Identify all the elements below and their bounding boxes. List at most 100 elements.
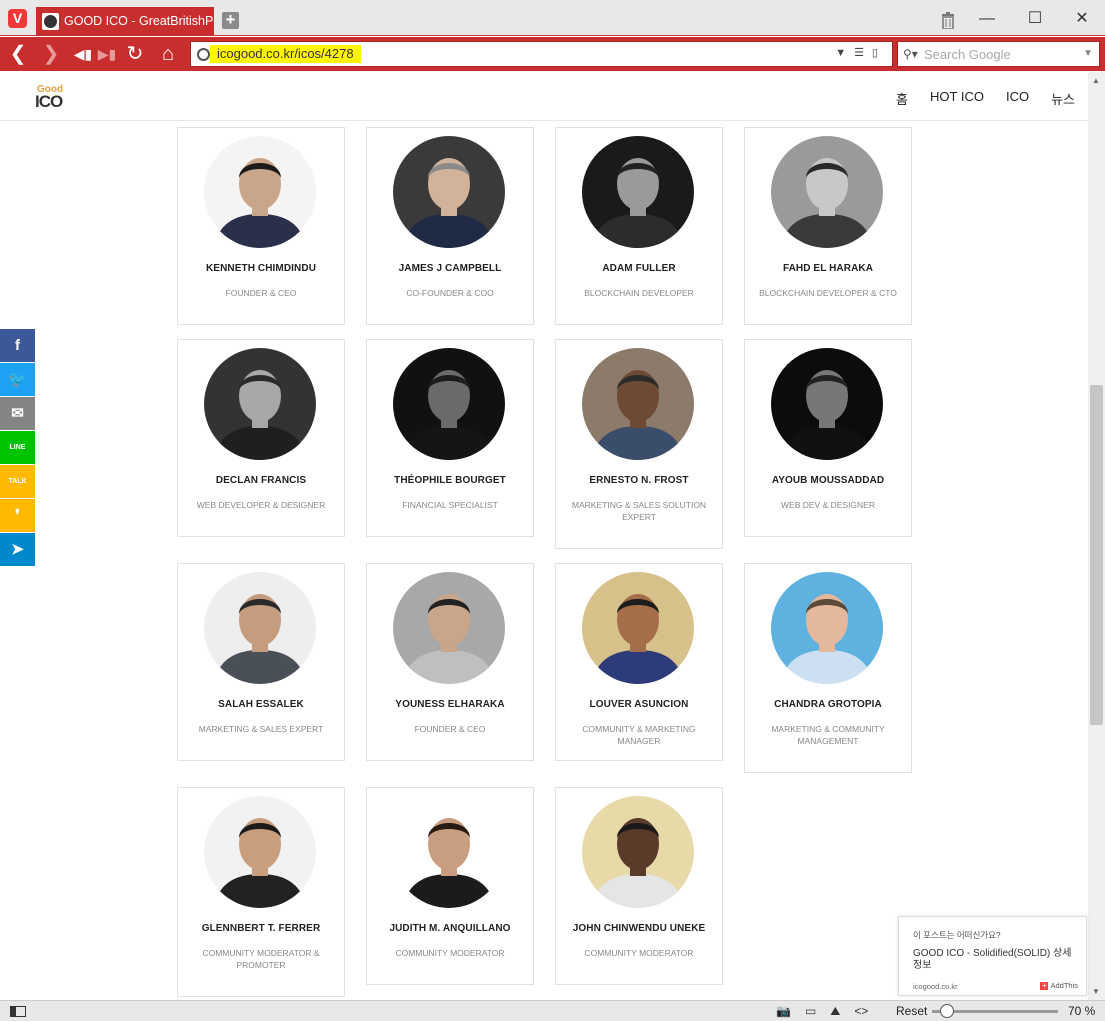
team-member-card: LOUVER ASUNCION COMMUNITY & MARKETING MAN…: [555, 563, 723, 761]
reload-icon[interactable]: ↻: [123, 42, 147, 66]
team-member-card: GLENNBERT T. FERRER COMMUNITY MODERATOR &…: [177, 787, 345, 997]
tab-title: GOOD ICO - GreatBritishPou: [64, 14, 214, 28]
addthis-recommendation[interactable]: 이 포스트는 어떠신가요? GOOD ICO - Solidified(SOLI…: [898, 916, 1087, 996]
page-actions-icon[interactable]: <>: [854, 1004, 868, 1019]
line-icon[interactable]: LINE: [0, 431, 35, 464]
scroll-up-icon[interactable]: ▲: [1092, 76, 1100, 85]
team-member-card: JOHN CHINWENDU UNEKE COMMUNITY MODERATOR: [555, 787, 723, 985]
team-member-card: ADAM FULLER BLOCKCHAIN DEVELOPER: [555, 127, 723, 325]
addthis-brand[interactable]: + AddThis: [1040, 981, 1078, 990]
rewind-icon[interactable]: ◀▮: [71, 42, 95, 66]
title-bar: V GOOD ICO - GreatBritishPou + — ☐ ✕: [0, 0, 1105, 36]
url-field[interactable]: icogood.co.kr/icos/4278 ▼☰▯: [190, 41, 893, 67]
team-member-card: THÉOPHILE BOURGET FINANCIAL SPECIALIST: [366, 339, 534, 537]
twitter-icon[interactable]: 🐦: [0, 363, 35, 396]
vivaldi-menu-icon[interactable]: V: [8, 9, 27, 28]
zoom-reset-button[interactable]: Reset: [896, 1004, 927, 1018]
kakaotalk-icon[interactable]: TALK: [0, 465, 35, 498]
site-header: Good ICO 홈 HOT ICO ICO 뉴스: [0, 72, 1088, 121]
home-icon[interactable]: ⌂: [156, 42, 180, 66]
close-window-button[interactable]: ✕: [1067, 6, 1097, 32]
telegram-icon[interactable]: ➤: [0, 533, 35, 566]
new-tab-button[interactable]: +: [222, 11, 239, 29]
team-member-name: KENNETH CHIMDINDU: [205, 263, 317, 274]
tiling-icon[interactable]: ▭: [805, 1004, 816, 1019]
search-engine-dropdown-icon[interactable]: ▼: [1083, 48, 1093, 59]
site-logo[interactable]: Good ICO: [35, 84, 75, 112]
team-member-photo: [582, 796, 694, 908]
scroll-thumb[interactable]: [1090, 385, 1103, 725]
team-member-card: FAHD EL HARAKA BLOCKCHAIN DEVELOPER & CTO: [744, 127, 912, 325]
team-member-photo: [393, 348, 505, 460]
team-member-name: ADAM FULLER: [602, 263, 676, 274]
team-member-role: BLOCKCHAIN DEVELOPER: [584, 288, 694, 298]
team-member-photo: [204, 796, 316, 908]
search-field[interactable]: ⚲▾ Search Google ▼: [897, 41, 1100, 67]
main-menu: 홈 HOT ICO ICO 뉴스: [896, 89, 1075, 108]
scroll-down-icon[interactable]: ▼: [1092, 987, 1100, 996]
menu-ico[interactable]: ICO: [1006, 89, 1029, 108]
team-member-role: MARKETING & SALES SOLUTION EXPERT: [571, 500, 707, 522]
trash-icon[interactable]: [941, 12, 955, 29]
panel-toggle-icon[interactable]: [10, 1006, 26, 1017]
camera-icon[interactable]: 📷: [776, 1004, 791, 1019]
addthis-domain: icogood.co.kr: [913, 982, 958, 991]
team-member-role: MARKETING & SALES EXPERT: [198, 724, 324, 734]
team-member-name: ERNESTO N. FROST: [589, 475, 689, 486]
addthis-plus-icon: +: [1040, 981, 1049, 990]
team-member-photo: [393, 796, 505, 908]
tab-active[interactable]: GOOD ICO - GreatBritishPou: [36, 7, 214, 36]
addthis-title[interactable]: GOOD ICO - Solidified(SOLID) 상세 정보: [913, 948, 1083, 972]
page-viewport: KENNETH CHIMDINDU FOUNDER & CEO JAMES J CA…: [0, 72, 1088, 1000]
team-member-name: FAHD EL HARAKA: [782, 263, 874, 274]
kakaostory-icon[interactable]: ❜: [0, 499, 35, 532]
team-member-name: GLENNBERT T. FERRER: [201, 923, 321, 934]
team-member-photo: [771, 572, 883, 684]
menu-news[interactable]: 뉴스: [1051, 89, 1075, 108]
url-actions[interactable]: ▼☰▯: [835, 46, 886, 59]
image-icon[interactable]: ⛰: [830, 1004, 840, 1019]
back-icon[interactable]: ❮: [6, 42, 30, 66]
email-icon[interactable]: ✉: [0, 397, 35, 430]
search-icon: ⚲▾: [903, 47, 918, 61]
team-member-photo: [771, 348, 883, 460]
team-member-card: YOUNESS ELHARAKA FOUNDER & CEO: [366, 563, 534, 761]
team-member-photo: [771, 136, 883, 248]
addthis-brand-label: AddThis: [1050, 981, 1078, 990]
team-member-photo: [582, 348, 694, 460]
menu-hot-ico[interactable]: HOT ICO: [930, 89, 984, 108]
team-member-role: MARKETING & COMMUNITY MANAGEMENT: [771, 724, 885, 746]
team-member-card: ERNESTO N. FROST MARKETING & SALES SOLUTI…: [555, 339, 723, 549]
team-member-name: AYOUB MOUSSADDAD: [771, 475, 885, 486]
team-member-name: JAMES J CAMPBELL: [398, 263, 502, 274]
team-member-role: FOUNDER & CEO: [414, 724, 486, 734]
team-member-name: THÉOPHILE BOURGET: [394, 475, 506, 486]
team-member-role: WEB DEVELOPER & DESIGNER: [196, 500, 326, 510]
team-member-name: JOHN CHINWENDU UNEKE: [572, 923, 706, 934]
logo-bottom-text: ICO: [35, 92, 63, 111]
page-scrollbar[interactable]: ▲ ▼: [1088, 72, 1105, 1000]
team-member-name: CHANDRA GROTOPIA: [774, 699, 882, 710]
site-info-icon[interactable]: [197, 48, 210, 61]
team-member-role: CO-FOUNDER & COO: [406, 288, 494, 298]
addthis-question: 이 포스트는 어떠신가요?: [913, 930, 1001, 940]
team-member-photo: [393, 136, 505, 248]
team-member-name: DECLAN FRANCIS: [215, 475, 307, 486]
maximize-button[interactable]: ☐: [1020, 6, 1050, 32]
status-bar: 📷 ▭ ⛰ <> Reset 70 %: [0, 1000, 1105, 1021]
team-member-card: CHANDRA GROTOPIA MARKETING & COMMUNITY MA…: [744, 563, 912, 773]
menu-home[interactable]: 홈: [896, 89, 908, 108]
zoom-slider-handle[interactable]: [940, 1004, 954, 1018]
tab-favicon-icon: [42, 13, 59, 30]
minimize-button[interactable]: —: [972, 6, 1002, 32]
fast-forward-icon[interactable]: ▶▮: [95, 42, 119, 66]
address-bar: ❮ ❯ ◀▮ ▶▮ ↻ ⌂ icogood.co.kr/icos/4278 ▼☰…: [0, 37, 1105, 71]
team-member-role: COMMUNITY MODERATOR & PROMOTER: [202, 948, 320, 970]
team-member-card: KENNETH CHIMDINDU FOUNDER & CEO: [177, 127, 345, 325]
facebook-icon[interactable]: f: [0, 329, 35, 362]
forward-icon[interactable]: ❯: [39, 42, 63, 66]
team-member-role: COMMUNITY MODERATOR: [395, 948, 505, 958]
url-text[interactable]: icogood.co.kr/icos/4278: [210, 45, 361, 63]
team-member-role: FOUNDER & CEO: [225, 288, 297, 298]
team-member-name: YOUNESS ELHARAKA: [395, 699, 505, 710]
